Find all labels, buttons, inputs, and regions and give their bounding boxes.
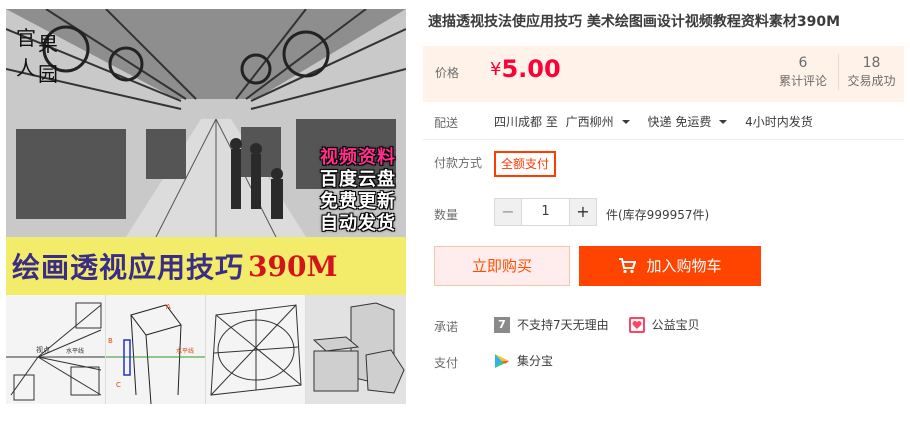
review-count-label: 累计评论 [778, 74, 827, 88]
promo-line: 免费更新 [320, 191, 396, 212]
promo-line: 百度云盘 [320, 169, 396, 190]
price-value: ¥5.00 [490, 55, 561, 83]
add-to-cart-label: 加入购物车 [646, 257, 722, 275]
image-banner: 绘画透视应用技巧 390M [6, 237, 406, 295]
sketch-label: 水平线 [66, 347, 84, 355]
price-amount: 5.00 [501, 55, 561, 83]
chevron-down-icon [621, 120, 630, 124]
brand-logo: 官 人 果 园 [12, 19, 60, 99]
promise-label: 承诺 [434, 320, 459, 334]
cart-icon [619, 258, 637, 274]
logo-char: 果 [38, 32, 58, 56]
product-page: 官 人 果 园 视频资料 百度云盘 免费更新 自动发货 绘画透视应用技巧 390… [0, 0, 910, 426]
currency-symbol: ¥ [490, 59, 502, 80]
full-payment-option[interactable]: 全额支付 [494, 151, 557, 177]
review-count-number: 6 [798, 55, 808, 71]
logo-char: 官 [16, 26, 36, 50]
perspective-sketches: 视点 水平线 水平线 A B C [6, 295, 406, 404]
quantity-increase-button[interactable]: + [569, 198, 597, 226]
quantity-input[interactable]: 1 [522, 198, 569, 226]
ship-method-select[interactable]: 快递 免运费 [648, 115, 738, 129]
pay-label: 支付 [434, 356, 459, 370]
review-count[interactable]: 6 累计评论 [770, 54, 836, 90]
buy-now-button[interactable]: 立即购买 [434, 246, 570, 286]
deal-count: 18 交易成功 [838, 54, 904, 90]
chevron-down-icon [719, 120, 728, 124]
no-return-icon: 7 [494, 316, 510, 333]
sketch-one-point: 视点 水平线 [6, 295, 106, 404]
ship-to: 广西柳州 [565, 115, 614, 129]
quantity-label: 数量 [434, 208, 459, 222]
quantity-decrease-button[interactable]: − [494, 198, 522, 226]
logo-char: 园 [38, 62, 58, 86]
price-label: 价格 [435, 66, 460, 80]
shipping-info: 四川成都 至 广西柳州 快递 免运费 4小时内发货 [494, 113, 817, 130]
sketch-label: A [166, 303, 171, 311]
deal-count-label: 交易成功 [847, 74, 896, 88]
deal-count-number: 18 [862, 55, 881, 71]
charity-text[interactable]: 公益宝贝 [652, 316, 700, 333]
sketch-two-point: 水平线 A B C [106, 295, 206, 404]
factory-illustration: 官 人 果 园 视频资料 百度云盘 免费更新 自动发货 [6, 9, 406, 237]
sketch-solid-shapes [306, 295, 406, 404]
jifenbao-icon [494, 353, 510, 369]
sketch-label: C [116, 381, 121, 389]
add-to-cart-button[interactable]: 加入购物车 [579, 246, 761, 286]
sketch-label: B [108, 337, 113, 345]
promo-line: 视频资料 [320, 147, 396, 168]
shipping-label: 配送 [434, 116, 459, 130]
product-title: 速描透视技法使应用技巧 美术绘图画设计视频教程资料素材390M [428, 14, 841, 30]
pay-items: 集分宝 [494, 352, 553, 369]
sketch-label: 水平线 [176, 347, 194, 355]
payment-method-label: 付款方式 [434, 156, 483, 170]
dispatch-time: 4小时内发货 [745, 115, 813, 129]
sketch-circle-perspective [206, 295, 306, 404]
divider [423, 139, 904, 140]
no-return-text[interactable]: 不支持7天无理由 [517, 316, 609, 333]
quantity-stepper: − 1 + [494, 198, 597, 226]
jifenbao-text[interactable]: 集分宝 [517, 352, 553, 369]
promo-lines: 视频资料 百度云盘 免费更新 自动发货 [320, 147, 396, 235]
promise-items: 7 不支持7天无理由 公益宝贝 [494, 316, 700, 333]
banner-number: 390M [248, 249, 338, 283]
banner-text: 绘画透视应用技巧 [12, 251, 245, 284]
charity-heart-icon [628, 316, 645, 333]
ship-method: 快递 免运费 [647, 115, 712, 129]
promo-line: 自动发货 [320, 213, 396, 234]
ship-from: 四川成都 至 [494, 115, 558, 129]
sketch-label: 视点 [36, 345, 50, 354]
ship-to-select[interactable]: 广西柳州 [566, 115, 640, 129]
logo-char: 人 [16, 56, 36, 80]
stock-info: 件(库存999957件) [606, 208, 710, 222]
product-main-image[interactable]: 官 人 果 园 视频资料 百度云盘 免费更新 自动发货 绘画透视应用技巧 390… [6, 9, 406, 404]
